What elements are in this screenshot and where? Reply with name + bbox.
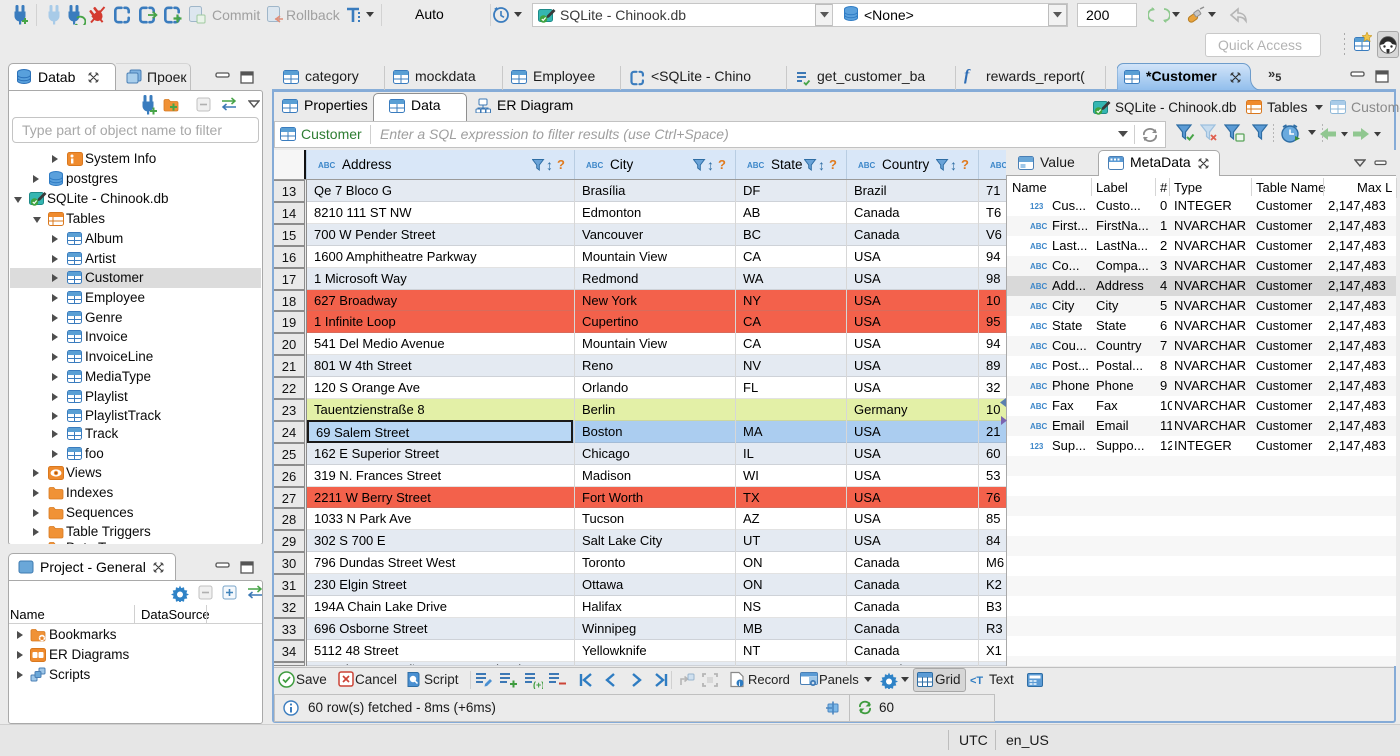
svg-text:<T: <T bbox=[970, 675, 983, 687]
svg-text:(+): (+) bbox=[533, 680, 543, 689]
